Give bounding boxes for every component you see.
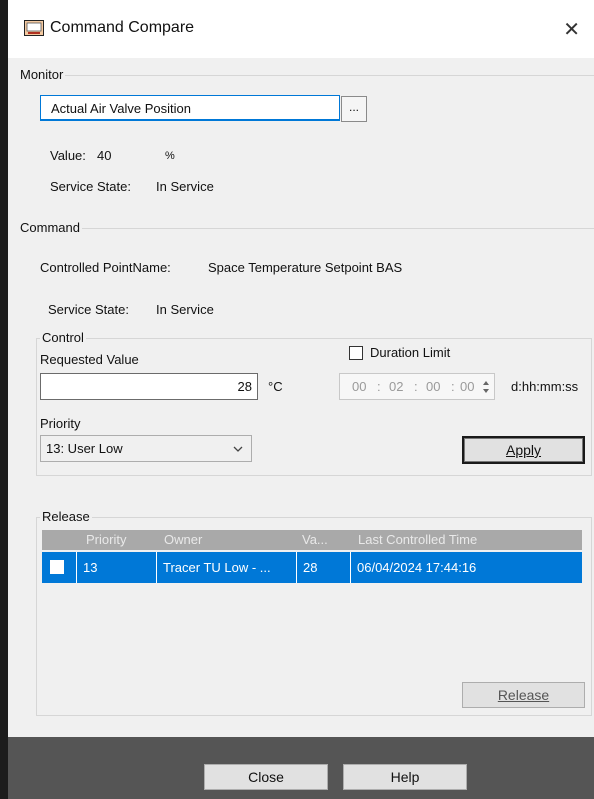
priority-select-value: 13: User Low — [46, 441, 123, 456]
close-button[interactable]: Close — [204, 764, 328, 790]
monitor-value: 40 — [97, 148, 112, 163]
column-header-priority[interactable]: Priority — [86, 530, 158, 550]
row-last-controlled-time: 06/04/2024 17:44:16 — [350, 552, 582, 583]
duration-input[interactable]: 00 : 02 : 00 : 00 — [339, 373, 495, 400]
apply-button-label: Apply — [505, 442, 542, 458]
command-service-state: In Service — [156, 302, 214, 317]
release-button[interactable]: Release — [462, 682, 585, 708]
monitor-point-text: Actual Air Valve Position — [51, 101, 191, 116]
chevron-down-icon — [233, 446, 243, 452]
dialog-footer: Close Help — [8, 737, 594, 799]
column-header-value[interactable]: Va... — [302, 530, 342, 550]
row-value: 28 — [296, 552, 350, 583]
duration-limit-label: Duration Limit — [370, 345, 451, 360]
duration-minutes: 00 — [426, 379, 441, 394]
title-bar: Command Compare ✕ — [8, 0, 594, 58]
command-compare-window: Command Compare ✕ Monitor Actual Air Val… — [0, 0, 594, 799]
control-legend: Control — [40, 330, 86, 345]
duration-seconds: 00 — [460, 379, 475, 394]
controlled-point-label: Controlled PointName: — [40, 260, 171, 275]
monitor-legend: Monitor — [18, 67, 66, 82]
release-button-label: Release — [497, 687, 550, 703]
duration-days: 00 — [352, 379, 367, 394]
browse-button[interactable]: ... — [341, 96, 367, 122]
help-button-label: Help — [390, 769, 420, 785]
row-checkbox[interactable] — [50, 560, 64, 574]
release-legend: Release — [40, 509, 92, 524]
controlled-point-name: Space Temperature Setpoint BAS — [208, 260, 403, 275]
requested-value-label: Requested Value — [40, 352, 139, 367]
monitor-point-field[interactable]: Actual Air Valve Position — [40, 95, 340, 121]
requested-value-unit: °C — [268, 379, 283, 394]
monitor-service-state-label: Service State: — [50, 179, 131, 194]
requested-value-input[interactable]: 28 — [40, 373, 258, 400]
monitor-service-state: In Service — [156, 179, 214, 194]
app-icon — [24, 20, 44, 36]
close-icon[interactable]: ✕ — [563, 17, 580, 42]
row-priority: 13 — [76, 552, 156, 583]
table-row[interactable]: 13 Tracer TU Low - ... 28 06/04/2024 17:… — [42, 552, 582, 583]
column-header-last-controlled-time[interactable]: Last Controlled Time — [358, 530, 568, 550]
duration-sep-2: : — [414, 379, 418, 394]
release-table-header: Priority Owner Va... Last Controlled Tim… — [42, 530, 582, 550]
duration-format: d:hh:mm:ss — [511, 379, 579, 394]
close-button-label: Close — [248, 769, 284, 785]
monitor-unit: % — [165, 150, 175, 162]
monitor-value-label: Value: — [50, 148, 86, 163]
duration-limit-checkbox[interactable] — [349, 346, 363, 360]
apply-button[interactable]: Apply — [462, 436, 585, 464]
window-title: Command Compare — [50, 19, 195, 36]
column-header-owner[interactable]: Owner — [164, 530, 294, 550]
command-legend: Command — [18, 220, 82, 235]
help-button[interactable]: Help — [343, 764, 467, 790]
priority-select[interactable]: 13: User Low — [40, 435, 252, 462]
command-service-state-label: Service State: — [48, 302, 129, 317]
duration-sep-1: : — [377, 379, 381, 394]
duration-hours: 02 — [389, 379, 404, 394]
priority-label: Priority — [40, 416, 81, 431]
spinner-icon[interactable] — [482, 379, 490, 395]
row-owner: Tracer TU Low - ... — [156, 552, 296, 583]
requested-value-text: 28 — [237, 379, 252, 394]
duration-sep-3: : — [451, 379, 455, 394]
